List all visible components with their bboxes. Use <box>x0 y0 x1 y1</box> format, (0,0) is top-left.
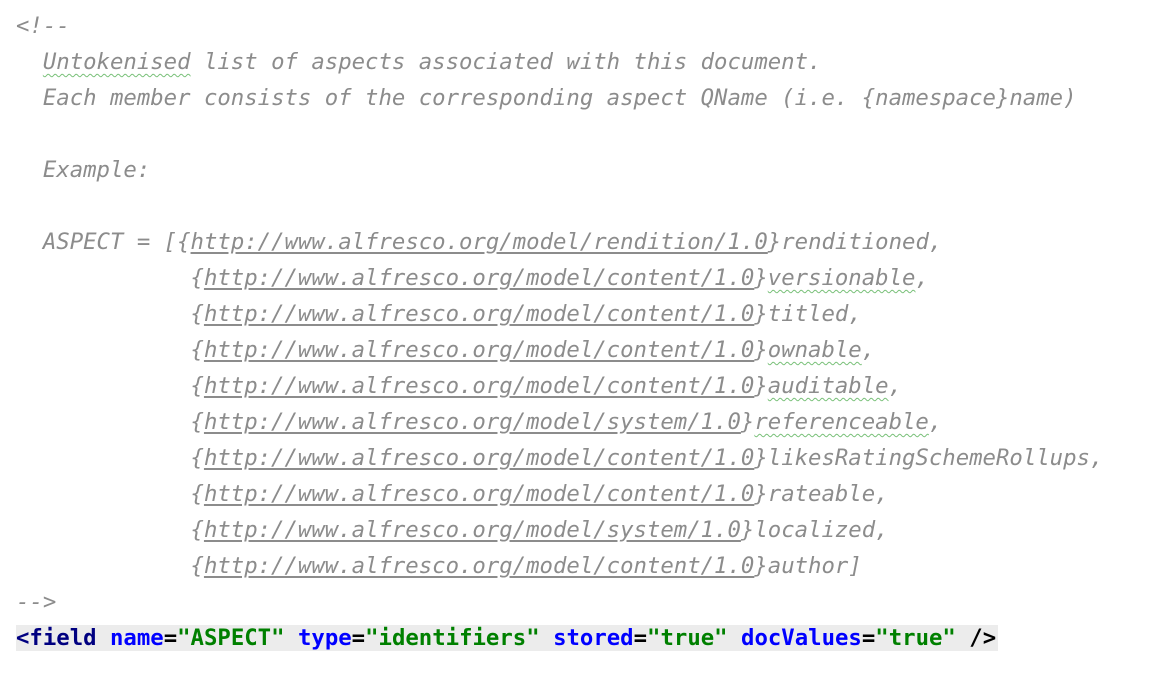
aspect-suffix: , <box>915 265 929 291</box>
aspect-suffix: , <box>928 229 943 255</box>
xml-attr-type-value: "identifiers" <box>365 625 540 651</box>
comment-close-delimiter: --> <box>16 589 57 615</box>
aspect-line-1: {http://www.alfresco.org/model/content/1… <box>16 265 929 291</box>
aspect-name: localized <box>754 517 876 543</box>
xml-attr-docvalues-value: "true" <box>875 625 956 651</box>
xml-attr-name: name <box>109 625 164 651</box>
intro-line-1-text: list of aspects associated with this doc… <box>190 49 822 75</box>
aspect-suffix: , <box>848 301 862 327</box>
aspect-line-6: {http://www.alfresco.org/model/content/1… <box>16 445 1104 471</box>
aspect-suffix: , <box>888 373 903 399</box>
aspect-url-link[interactable]: http://www.alfresco.org/model/content/1.… <box>204 553 754 579</box>
xml-attr-stored: stored <box>553 625 634 651</box>
aspect-line-4: {http://www.alfresco.org/model/content/1… <box>16 373 903 399</box>
aspect-prefix: ASPECT = [ <box>42 229 178 255</box>
comment-close-line: --> <box>16 584 56 620</box>
aspect-line-0: ASPECT = [{http://www.alfresco.org/model… <box>42 229 943 255</box>
aspect-name: auditable <box>767 373 889 399</box>
aspect-line-8: {http://www.alfresco.org/model/system/1.… <box>16 517 889 543</box>
aspect-url-link[interactable]: http://www.alfresco.org/model/content/1.… <box>204 265 754 291</box>
aspect-url-link[interactable]: http://www.alfresco.org/model/content/1.… <box>204 301 754 327</box>
aspect-name: rateable <box>767 481 876 507</box>
aspect-name: renditioned <box>781 229 929 255</box>
aspect-suffix: , <box>875 481 889 507</box>
aspect-name: titled <box>767 301 849 327</box>
xml-attr-name-value: "ASPECT" <box>177 625 285 651</box>
aspect-suffix: , <box>861 337 876 363</box>
xml-attr-stored-value: "true" <box>647 625 728 651</box>
aspect-suffix: , <box>1089 445 1104 471</box>
aspect-line-9: {http://www.alfresco.org/model/content/1… <box>16 553 862 579</box>
aspect-line-3: {http://www.alfresco.org/model/content/1… <box>16 337 876 363</box>
xml-field-element[interactable]: <field name="ASPECT" type="identifiers" … <box>16 625 999 651</box>
xml-attr-docvalues: docValues <box>741 625 862 651</box>
aspect-name: ownable <box>767 337 862 363</box>
aspect-url-link[interactable]: http://www.alfresco.org/model/content/1.… <box>204 373 754 399</box>
aspect-url-link[interactable]: http://www.alfresco.org/model/system/1.0 <box>204 409 741 435</box>
aspect-url-link[interactable]: http://www.alfresco.org/model/content/1.… <box>204 481 754 507</box>
aspect-url-link[interactable]: http://www.alfresco.org/model/content/1.… <box>204 445 754 471</box>
intro-line-1: Untokenised list of aspects associated w… <box>16 44 822 80</box>
aspect-suffix: ] <box>848 553 862 579</box>
aspect-name: likesRatingSchemeRollups <box>767 445 1090 471</box>
xml-tag-close: /> <box>969 625 997 651</box>
comment-open-delimiter: <!-- <box>16 13 70 39</box>
aspect-suffix: , <box>875 517 889 543</box>
aspect-line-5: {http://www.alfresco.org/model/system/1.… <box>16 409 943 435</box>
aspect-url-link[interactable]: http://www.alfresco.org/model/system/1.0 <box>204 517 741 543</box>
code-editor[interactable]: <!-- Untokenised list of aspects associa… <box>0 0 1150 674</box>
xml-attr-type: type <box>297 625 352 651</box>
aspect-url-link[interactable]: http://www.alfresco.org/model/rendition/… <box>191 229 768 255</box>
intro-line-2-text: Each member consists of the correspondin… <box>42 85 1077 111</box>
comment-open-line: <!-- <box>16 8 70 44</box>
example-label-line: Example: <box>16 152 150 188</box>
aspect-url-link[interactable]: http://www.alfresco.org/model/content/1.… <box>204 337 754 363</box>
aspect-line-7: {http://www.alfresco.org/model/content/1… <box>16 481 889 507</box>
example-label: Example: <box>42 157 151 183</box>
intro-line-2: Each member consists of the correspondin… <box>16 80 1077 116</box>
aspect-line-2: {http://www.alfresco.org/model/content/1… <box>16 301 862 327</box>
aspect-name: referenceable <box>754 409 929 435</box>
xml-tag-open: <field <box>16 625 97 651</box>
xml-field-line[interactable]: <field name="ASPECT" type="identifiers" … <box>16 620 999 656</box>
aspect-name: author <box>767 553 849 579</box>
spellcheck-word-untokenised: Untokenised <box>42 49 191 75</box>
aspect-name: versionable <box>767 265 916 291</box>
aspect-suffix: , <box>928 409 943 435</box>
